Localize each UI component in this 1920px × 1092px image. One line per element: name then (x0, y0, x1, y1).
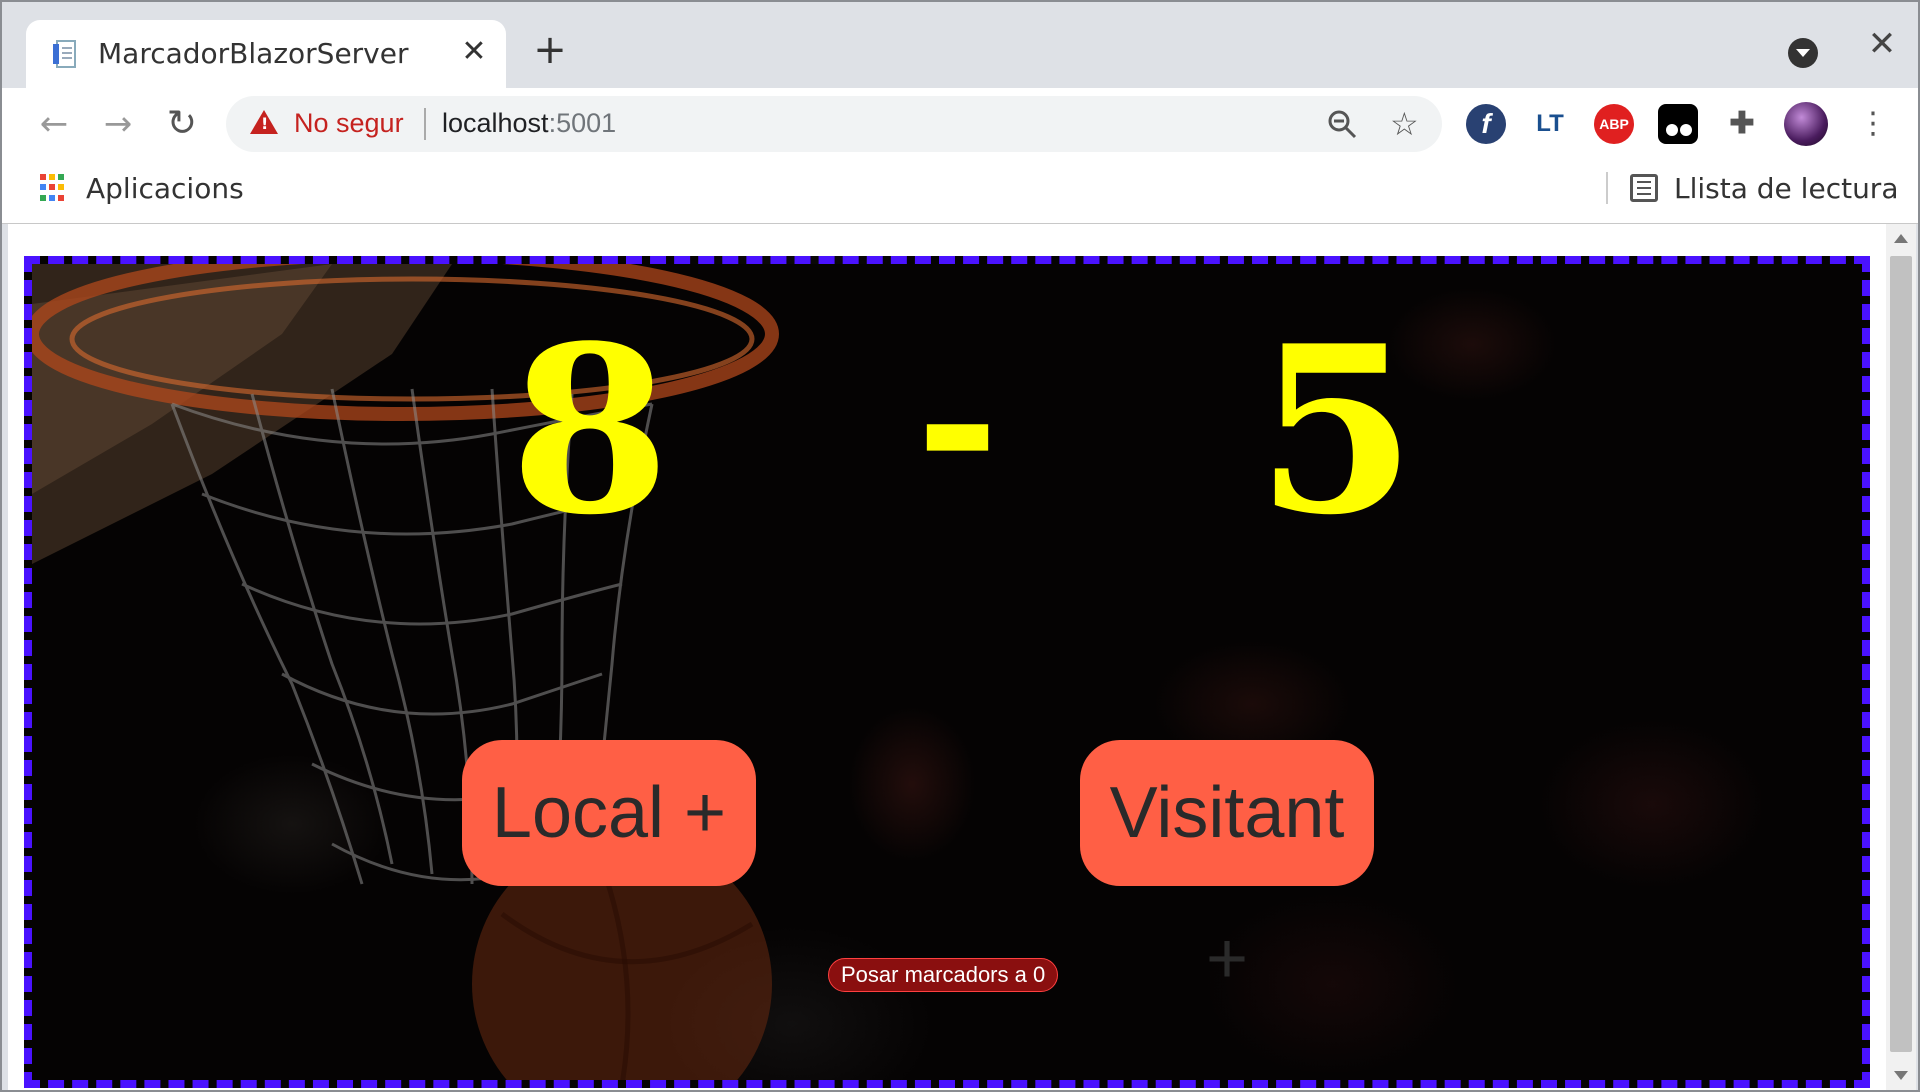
scroll-up-arrow-icon[interactable] (1894, 234, 1908, 243)
url-port: :5001 (548, 108, 617, 138)
languagetool-icon[interactable]: LT (1530, 104, 1570, 144)
apps-grid-icon[interactable] (40, 174, 68, 202)
scroll-down-arrow-icon[interactable] (1894, 1071, 1908, 1080)
apps-link[interactable]: Aplicacions (86, 172, 244, 205)
adblock-plus-icon[interactable]: ABP (1594, 104, 1634, 144)
reading-list-icon[interactable] (1630, 174, 1658, 202)
profile-avatar[interactable] (1784, 102, 1828, 146)
bookmarks-divider (1606, 172, 1608, 204)
omnibox-divider (424, 108, 426, 140)
address-bar[interactable]: No segur localhost:5001 ☆ (226, 96, 1442, 152)
browser-toolbar: ← → ↻ No segur localhost:5001 ☆ f LT ABP… (2, 88, 1918, 160)
reload-icon[interactable]: ↻ (160, 102, 204, 146)
back-arrow-icon[interactable]: ← (32, 102, 76, 146)
bookmark-star-icon[interactable]: ☆ (1390, 106, 1419, 142)
new-tab-button[interactable]: + (530, 30, 570, 72)
reading-list-link[interactable]: Llista de lectura (1674, 172, 1898, 205)
local-increment-button[interactable]: Local + (462, 740, 756, 886)
bookmarks-bar: Aplicacions Llista de lectura (2, 160, 1918, 224)
security-status[interactable]: No segur (294, 108, 404, 139)
tab-close-icon[interactable]: ✕ (456, 34, 492, 70)
url-host: localhost (442, 108, 549, 138)
scoreboard: 8 - 5 Local + Visitant + Posar marcadors… (24, 256, 1870, 1088)
visitor-increment-button[interactable]: Visitant + (1080, 740, 1374, 999)
fedora-icon[interactable]: f (1466, 104, 1506, 144)
tab-title: MarcadorBlazorServer (98, 37, 409, 70)
page-icon (53, 40, 76, 68)
score-separator: - (916, 304, 1000, 539)
zoom-out-icon[interactable] (1326, 108, 1358, 140)
menu-dots-icon[interactable]: ⋮ (1858, 102, 1888, 146)
extensions-puzzle-icon[interactable]: ✚ (1722, 104, 1762, 144)
forward-arrow-icon[interactable]: → (96, 102, 140, 146)
page-viewport: 8 - 5 Local + Visitant + Posar marcadors… (8, 224, 1886, 1090)
local-score: 8 (510, 296, 671, 566)
visitor-score: 5 (1256, 296, 1417, 566)
reset-scores-button[interactable]: Posar marcadors a 0 (828, 958, 1059, 992)
browser-window: MarcadorBlazorServer ✕ + ✕ ← → ↻ No segu… (0, 0, 1920, 1092)
warning-icon[interactable] (250, 110, 278, 134)
url-text[interactable]: localhost:5001 (442, 108, 616, 139)
scroll-thumb[interactable] (1890, 256, 1912, 1052)
tab-strip: MarcadorBlazorServer ✕ + ✕ (2, 2, 1918, 88)
window-close-icon[interactable]: ✕ (1864, 26, 1900, 62)
tab-marcador[interactable]: MarcadorBlazorServer ✕ (26, 20, 506, 88)
tab-search-icon[interactable] (1788, 38, 1818, 68)
tampermonkey-icon[interactable] (1658, 104, 1698, 144)
vertical-scrollbar[interactable] (1886, 224, 1916, 1090)
